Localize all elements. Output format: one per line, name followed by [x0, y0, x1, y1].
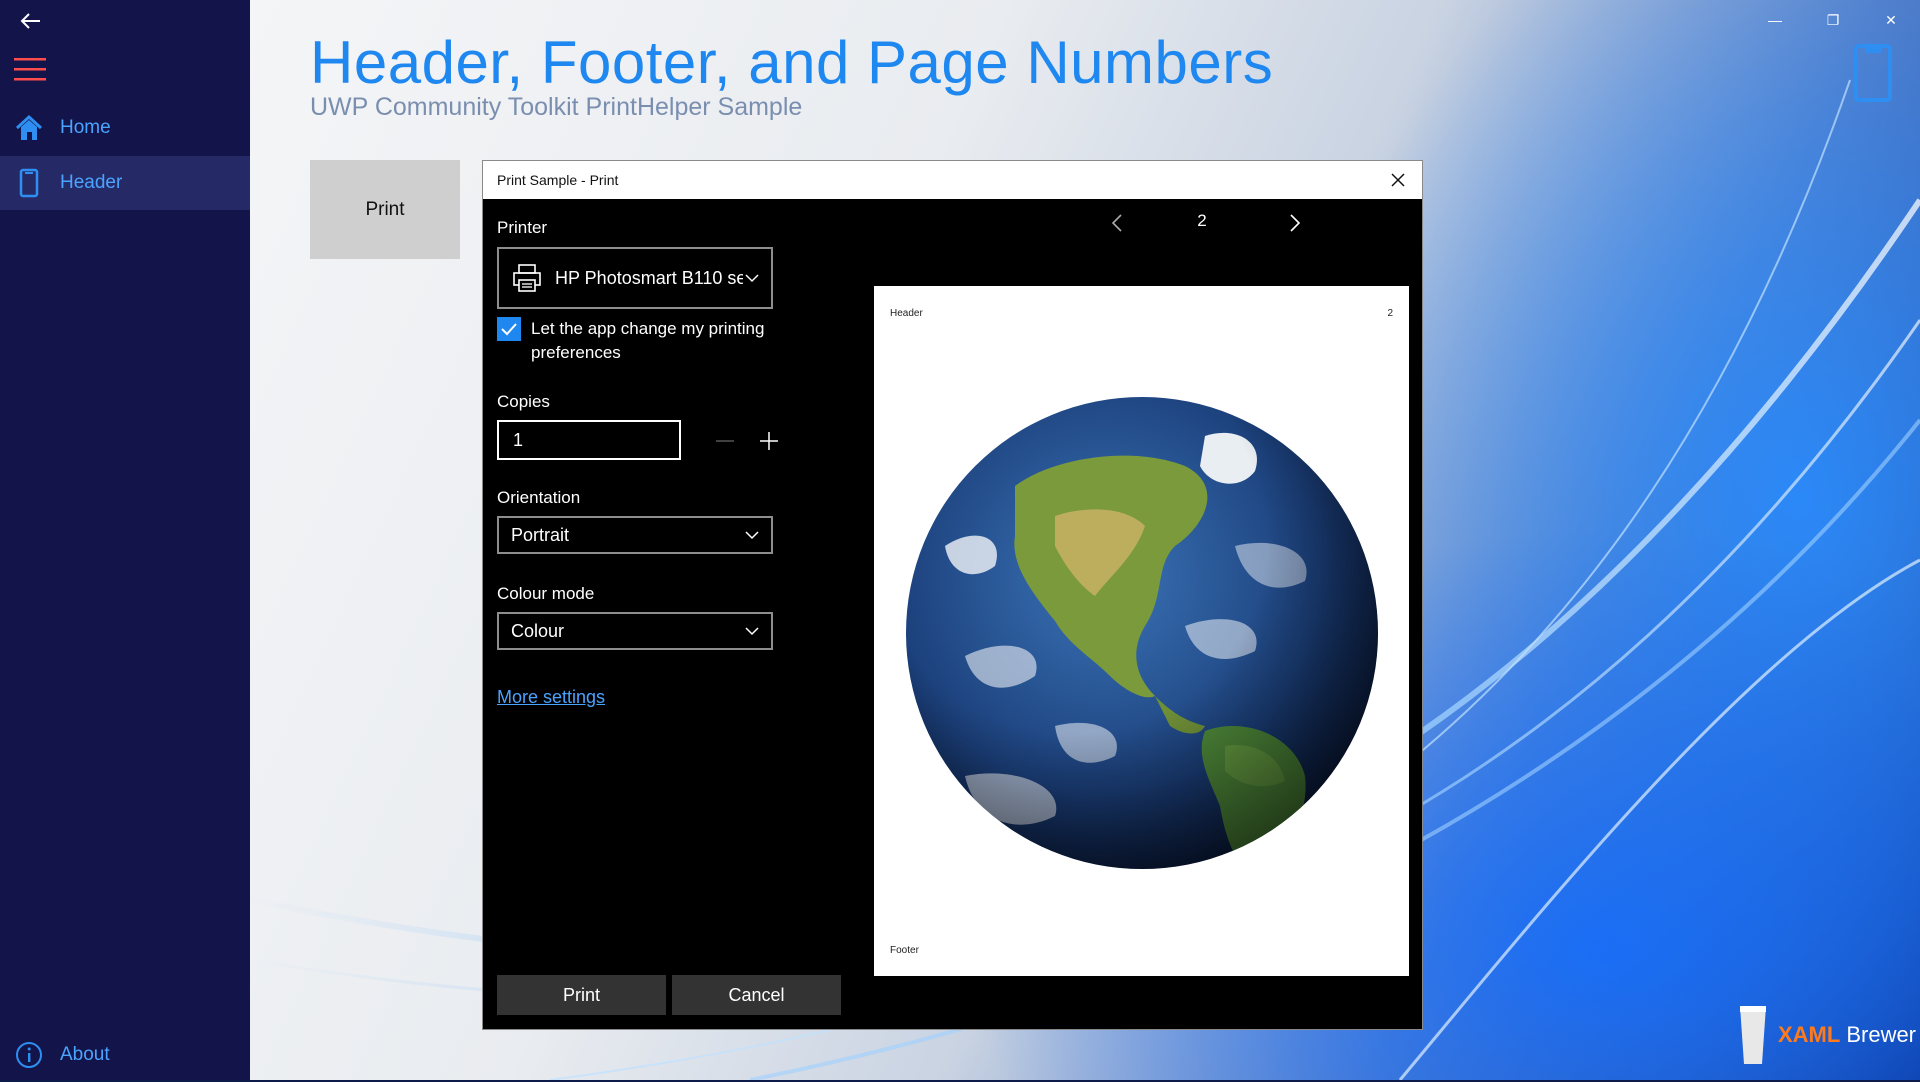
brand-logo: XAML Brewer: [1738, 1004, 1916, 1066]
orientation-select[interactable]: Portrait: [497, 516, 773, 554]
device-icon: [1854, 44, 1892, 102]
minus-icon: [716, 440, 734, 442]
printer-icon: [513, 264, 541, 292]
brand-name-part1: XAML: [1778, 1022, 1841, 1047]
preview-footer-text: Footer: [890, 945, 919, 956]
page-title: Header, Footer, and Page Numbers: [310, 29, 1274, 96]
chevron-down-icon: [745, 627, 759, 636]
orientation-label: Orientation: [497, 488, 581, 507]
nav-item-home[interactable]: Home: [0, 101, 250, 155]
orientation-value: Portrait: [511, 524, 570, 545]
printer-label: Printer: [497, 218, 548, 237]
nav-item-label: About: [60, 1044, 110, 1065]
plus-icon: [760, 432, 778, 450]
printer-select[interactable]: HP Photosmart B110 series Cl: [497, 247, 773, 309]
copies-input[interactable]: 1: [497, 420, 681, 460]
print-button[interactable]: Print: [310, 160, 460, 259]
checkbox-label: Let the app change my printing preferenc…: [531, 319, 765, 362]
colour-mode-select[interactable]: Colour: [497, 612, 773, 650]
page-subtitle: UWP Community Toolkit PrintHelper Sample: [310, 93, 803, 121]
nav-item-label: Header: [60, 172, 123, 193]
dialog-print-button[interactable]: Print: [497, 975, 666, 1015]
increment-button[interactable]: [751, 423, 787, 459]
preview-pager: 2: [1058, 205, 1358, 241]
preview-page-number: 2: [1197, 211, 1207, 230]
printer-value: HP Photosmart B110 series Cl: [555, 267, 743, 288]
more-settings-link[interactable]: More settings: [497, 687, 605, 708]
chevron-left-icon[interactable]: [1106, 211, 1130, 235]
colour-mode-label: Colour mode: [497, 584, 595, 603]
chevron-down-icon: [745, 531, 759, 540]
earth-image: [906, 397, 1378, 869]
dialog-title: Print Sample - Print: [497, 172, 619, 188]
dialog-titlebar: Print Sample - Print: [483, 161, 1422, 199]
close-window-button[interactable]: ✕: [1862, 8, 1920, 32]
cup-icon: [1740, 1006, 1766, 1064]
nav-item-header[interactable]: Header: [0, 156, 250, 210]
chevron-down-icon: [745, 274, 759, 283]
window-controls: — ❐ ✕: [1746, 8, 1920, 32]
decrement-button[interactable]: [707, 423, 743, 459]
home-icon: [14, 113, 44, 143]
preview-header-text: Header: [890, 308, 923, 319]
back-arrow-icon[interactable]: [18, 8, 44, 34]
print-preview-page: Header 2 Footer: [874, 286, 1409, 976]
dialog-cancel-button[interactable]: Cancel: [672, 975, 841, 1015]
copies-label: Copies: [497, 392, 550, 411]
brand-name-part2: Brewer: [1846, 1022, 1917, 1047]
close-icon[interactable]: [1388, 170, 1408, 190]
preview-page-text: 2: [1387, 308, 1393, 319]
nav-item-label: Home: [60, 117, 111, 138]
info-icon: [14, 1040, 44, 1070]
nav-pane: Home Header About: [0, 0, 250, 1080]
checkmark-icon: [501, 323, 517, 336]
minimize-button[interactable]: —: [1746, 8, 1804, 32]
checkbox-checked[interactable]: [497, 317, 521, 341]
nav-item-about[interactable]: About: [0, 1028, 250, 1082]
print-dialog: Print Sample - Print Printer HP Photosma…: [482, 160, 1423, 1030]
hamburger-menu-icon[interactable]: [14, 55, 46, 83]
device-icon: [14, 168, 44, 198]
app-preferences-checkbox[interactable]: Let the app change my printing preferenc…: [497, 317, 771, 365]
colour-mode-value: Colour: [511, 620, 565, 641]
chevron-right-icon[interactable]: [1282, 211, 1306, 235]
restore-button[interactable]: ❐: [1804, 8, 1862, 32]
